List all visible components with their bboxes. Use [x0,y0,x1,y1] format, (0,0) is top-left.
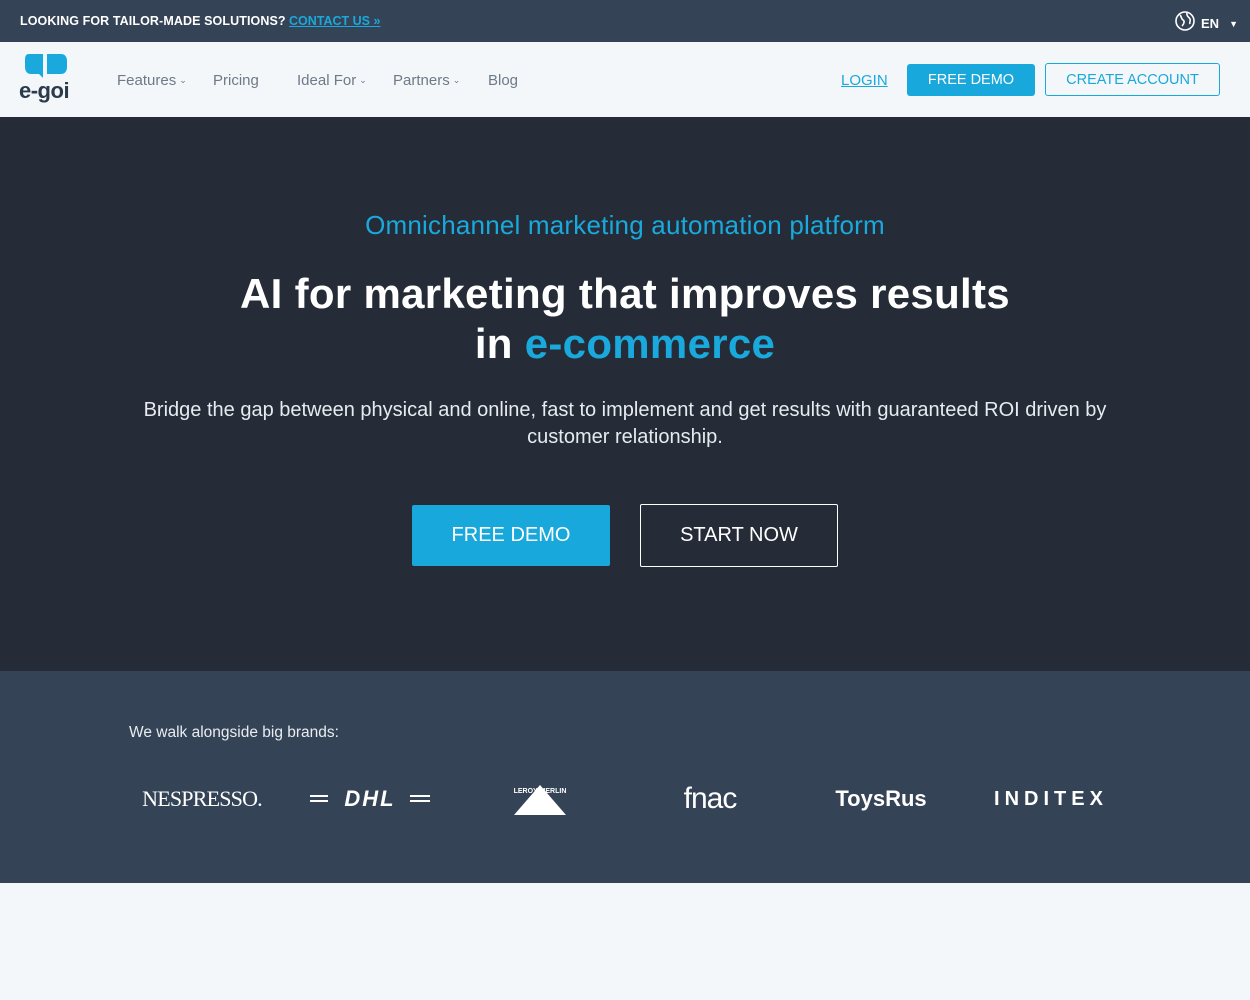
chevron-down-icon: ⌄ [452,75,461,85]
nav-features-label: Features [117,72,177,89]
free-demo-button[interactable]: FREE DEMO [907,64,1035,96]
egoi-logo[interactable]: e-goi [19,52,74,104]
nav-partners-label: Partners [393,72,450,89]
nav-ideal-for[interactable]: Ideal For ⌄ [297,72,367,89]
contact-us-link[interactable]: CONTACT US » [289,14,380,28]
hero-start-now-button[interactable]: START NOW [640,504,838,567]
nav-ideal-for-label: Ideal For [297,72,357,89]
leroy-merlin-text: LEROY MERLIN [514,788,567,795]
nav-features[interactable]: Features ⌄ [117,72,187,89]
leroy-merlin-mark: LEROY MERLIN [514,785,567,815]
nav-pricing[interactable]: Pricing [213,72,259,89]
nav-partners[interactable]: Partners ⌄ [393,72,460,89]
toysrus-logo: ToysRus [835,786,927,811]
fnac-logo: fnac [683,782,738,815]
inditex-logo: INDITEX [994,787,1108,810]
globe-icon [1175,11,1195,36]
dhl-logo-text: DHL [344,787,395,811]
language-label: EN [1201,16,1220,31]
nav-blog-label: Blog [488,72,519,89]
hero-eyebrow: Omnichannel marketing automation platfor… [365,210,885,240]
caret-down-icon: ▼ [1229,18,1238,29]
chevron-down-icon: ⌄ [359,75,367,85]
hero-title-accent: e-commerce [524,320,776,367]
hero-title: AI for marketing that improves results i… [0,269,1250,369]
nav-blog[interactable]: Blog [488,72,518,89]
brands-label: We walk alongside big brands: [129,724,339,741]
nav-pricing-label: Pricing [213,72,259,89]
login-link[interactable]: LOGIN [841,72,888,89]
create-account-button[interactable]: CREATE ACCOUNT [1045,63,1220,96]
logo-text: e-goi [19,78,70,103]
hero-subtitle: Bridge the gap between physical and onli… [143,399,1107,448]
nespresso-logo: NESPRESSO. [142,786,263,811]
hero-title-prefix: in [474,320,525,367]
chevron-down-icon: ⌄ [179,75,187,85]
promo-text: LOOKING FOR TAILOR-MADE SOLUTIONS? [20,14,286,28]
hero-section: Omnichannel marketing automation platfor… [0,117,1250,671]
dhl-logo: DHL [310,779,430,819]
main-navigation: e-goi Features ⌄ Pricing Ideal For ⌄ Par… [0,42,1250,117]
brands-section: We walk alongside big brands: NESPRESSO.… [0,671,1250,883]
language-selector[interactable]: EN ▼ [1175,11,1238,36]
page-footer-area [0,883,1250,1000]
leroy-merlin-logo: LEROY MERLIN [505,779,575,819]
hero-title-line1: AI for marketing that improves results [240,270,1010,317]
top-bar: LOOKING FOR TAILOR-MADE SOLUTIONS? CONTA… [0,0,1250,42]
hero-free-demo-button[interactable]: FREE DEMO [412,505,610,566]
dhl-logo-mark: DHL [310,787,430,811]
